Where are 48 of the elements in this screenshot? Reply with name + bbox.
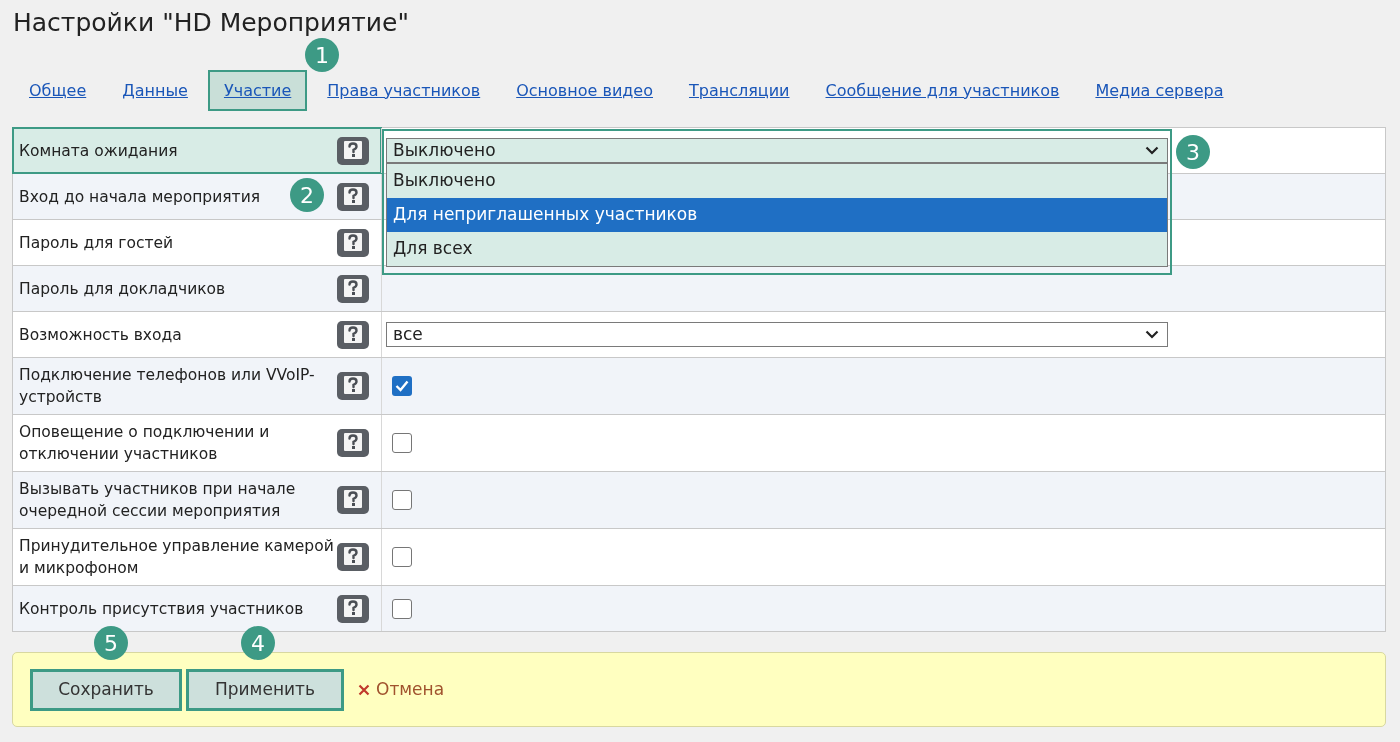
action-button[interactable]: Сохранить: [30, 668, 182, 711]
help-icon[interactable]: [336, 181, 370, 212]
chevron-down-icon: [1145, 146, 1159, 155]
check-icon: [395, 380, 409, 392]
help-icon[interactable]: [336, 485, 370, 515]
tab-link[interactable]: Права участников: [311, 70, 497, 111]
help-icon[interactable]: [336, 542, 370, 572]
field-label: Комната ожидания: [19, 140, 178, 162]
checkbox[interactable]: [392, 598, 412, 619]
checkbox[interactable]: [392, 547, 412, 567]
dropdown-option[interactable]: Выключено: [387, 164, 1167, 198]
chevron-down-icon: [1145, 330, 1159, 339]
select-field[interactable]: Выключено: [386, 138, 1168, 163]
help-icon[interactable]: [336, 227, 370, 258]
field-label: Вход до начала мероприятия: [19, 186, 261, 208]
checkbox[interactable]: [392, 376, 412, 396]
tab-link[interactable]: Основное видео: [500, 70, 669, 111]
checkbox[interactable]: [392, 433, 412, 453]
dropdown-option[interactable]: Для неприглашенных участников: [387, 198, 1167, 232]
help-icon[interactable]: [336, 319, 370, 350]
dropdown-option[interactable]: Для всех: [387, 232, 1167, 266]
tab-link[interactable]: Участие: [207, 70, 308, 111]
select-field[interactable]: все: [386, 322, 1168, 347]
field-label: Оповещение о подключении и отключении участников: [19, 422, 271, 465]
checkbox[interactable]: [392, 490, 412, 510]
cancel-text: Отмена: [376, 677, 445, 701]
page-title: Настройки "HD Мероприятие": [13, 7, 409, 39]
field-label: Пароль для гостей: [19, 232, 174, 254]
help-icon[interactable]: [336, 593, 370, 624]
field-label: Возможность входа: [19, 324, 182, 346]
tab-link[interactable]: Данные: [106, 70, 204, 111]
help-icon[interactable]: [336, 135, 370, 166]
cancel-link[interactable]: Отмена: [358, 676, 445, 703]
field-label: Контроль присутствия участников: [19, 598, 304, 620]
tab-link[interactable]: Трансляции: [673, 70, 806, 111]
callout-marker: 1: [305, 38, 339, 72]
tab-link[interactable]: Сообщение для участников: [809, 70, 1076, 111]
field-label: Вызывать участников при начале очередной сессии мероприятия: [19, 479, 297, 522]
help-icon[interactable]: [336, 428, 370, 458]
field-label: Пароль для докладчиков: [19, 278, 226, 300]
action-button[interactable]: Применить: [186, 668, 344, 711]
help-icon[interactable]: [336, 273, 370, 304]
tab-link[interactable]: Общее: [13, 70, 103, 111]
tab-link[interactable]: Медиа сервера: [1079, 70, 1240, 111]
help-icon[interactable]: [336, 371, 370, 401]
field-label: Подключение телефонов или VVoIP-устройств: [19, 365, 316, 408]
field-label: Принудительное управление камерой и микрофоном: [19, 536, 335, 579]
close-icon: [358, 683, 370, 696]
